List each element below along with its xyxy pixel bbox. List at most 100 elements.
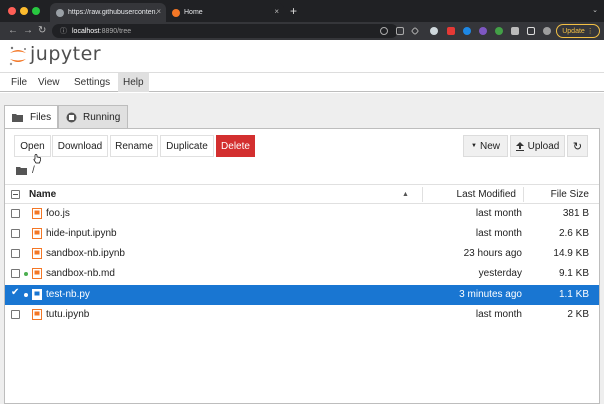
row-checkbox[interactable]	[11, 229, 20, 238]
menu-file[interactable]: File	[6, 73, 32, 92]
column-divider[interactable]	[422, 187, 423, 202]
refresh-button[interactable]: ↻	[567, 135, 588, 157]
share-icon[interactable]	[396, 27, 404, 35]
download-button[interactable]: Download	[52, 135, 108, 157]
column-header-name[interactable]: Name	[29, 185, 56, 204]
browser-tabstrip: https://raw.githubuserconten... × Home ×…	[0, 0, 604, 22]
folder-icon	[12, 113, 23, 122]
file-list-header: Name ▲ Last Modified File Size	[5, 184, 599, 204]
file-name[interactable]: sandbox-nb.ipynb	[46, 248, 125, 259]
reload-icon[interactable]: ↻	[38, 25, 46, 37]
jupyter-logo-text: jupyter	[30, 43, 102, 65]
extension-icon[interactable]	[479, 27, 487, 35]
extension-icon[interactable]	[495, 27, 503, 35]
row-checkbox[interactable]	[11, 209, 20, 218]
browser-tab-home[interactable]: Home ×	[166, 3, 284, 22]
new-label: New	[479, 140, 500, 152]
row-checkbox[interactable]	[11, 310, 20, 319]
file-icon	[32, 228, 42, 239]
column-header-modified[interactable]: Last Modified	[457, 185, 516, 204]
file-icon	[32, 309, 42, 320]
running-indicator-icon	[24, 272, 28, 276]
file-size: 1.1 KB	[558, 289, 589, 300]
file-modified: last month	[475, 309, 522, 320]
row-checkbox-checked[interactable]: ✔	[11, 287, 19, 298]
back-icon[interactable]: ←	[8, 25, 18, 37]
tab-title: https://raw.githubuserconten...	[68, 9, 158, 16]
column-divider[interactable]	[523, 187, 524, 202]
folder-icon[interactable]	[16, 166, 27, 175]
refresh-icon: ↻	[572, 140, 583, 153]
update-label: Update	[562, 27, 585, 35]
running-indicator-icon	[24, 293, 28, 297]
delete-button[interactable]: Delete	[216, 135, 255, 157]
menu-bar: File View Settings Help	[0, 72, 604, 92]
file-name[interactable]: sandbox-nb.md	[46, 268, 115, 279]
menu-help[interactable]: Help	[118, 73, 149, 92]
info-icon: ⓘ	[60, 28, 67, 35]
jupyter-favicon-icon	[172, 8, 180, 17]
file-row[interactable]: hide-input.ipynb last month 2.6 KB	[5, 224, 599, 244]
extension-icon[interactable]	[430, 27, 438, 35]
menu-settings[interactable]: Settings	[69, 73, 115, 92]
puzzle-icon[interactable]	[511, 27, 519, 35]
row-checkbox[interactable]	[11, 269, 20, 278]
duplicate-button[interactable]: Duplicate	[160, 135, 214, 157]
address-bar[interactable]: ⓘ localhost :8890/tree	[52, 24, 398, 38]
new-tab-icon[interactable]: +	[290, 5, 297, 17]
file-size: 381 B	[562, 208, 589, 219]
maximize-window-icon[interactable]	[32, 7, 40, 15]
sort-ascending-icon[interactable]: ▲	[402, 191, 409, 198]
file-row[interactable]: ✔ test-nb.py 3 minutes ago 1.1 KB	[5, 285, 599, 305]
file-modified: last month	[475, 228, 522, 239]
sidepanel-icon[interactable]	[527, 27, 535, 35]
upload-icon	[515, 141, 524, 151]
close-tab-icon[interactable]: ×	[156, 7, 161, 16]
zoom-icon[interactable]	[380, 27, 388, 35]
menu-view[interactable]: View	[33, 73, 65, 92]
tab-files[interactable]: Files	[4, 105, 58, 129]
file-row[interactable]: sandbox-nb.ipynb 23 hours ago 14.9 KB	[5, 244, 599, 264]
file-row[interactable]: foo.js last month 381 B	[5, 204, 599, 224]
file-name[interactable]: foo.js	[46, 208, 70, 219]
file-modified: 23 hours ago	[463, 248, 522, 259]
running-icon	[66, 112, 77, 123]
file-row[interactable]: tutu.ipynb last month 2 KB	[5, 305, 599, 325]
row-checkbox[interactable]	[11, 249, 20, 258]
extension-icon[interactable]	[447, 27, 455, 35]
tab-files-label: Files	[30, 112, 52, 123]
rename-button[interactable]: Rename	[110, 135, 158, 157]
upload-button[interactable]: Upload	[510, 135, 565, 157]
file-modified: 3 minutes ago	[459, 289, 522, 300]
caret-down-icon: ▼	[471, 143, 477, 149]
select-all-checkbox[interactable]	[11, 190, 20, 199]
file-row[interactable]: sandbox-nb.md yesterday 9.1 KB	[5, 264, 599, 284]
browser-toolbar: ← → ↻ ⓘ localhost :8890/tree Update ⋮	[0, 22, 604, 40]
file-modified: last month	[475, 208, 522, 219]
bookmark-star-icon[interactable]	[410, 26, 420, 36]
tab-search-icon[interactable]: ⌄	[592, 6, 598, 14]
file-name[interactable]: tutu.ipynb	[46, 309, 89, 320]
file-size: 2 KB	[567, 309, 589, 320]
upload-label: Upload	[527, 140, 560, 152]
new-button[interactable]: ▼ New	[463, 135, 508, 157]
file-name[interactable]: hide-input.ipynb	[46, 228, 117, 239]
breadcrumb-root[interactable]: /	[32, 165, 35, 176]
file-name[interactable]: test-nb.py	[46, 289, 90, 300]
extension-icon[interactable]	[463, 27, 471, 35]
globe-icon	[56, 8, 64, 17]
update-button[interactable]: Update ⋮	[556, 24, 600, 38]
indeterminate-mark-icon	[13, 194, 18, 195]
tab-running[interactable]: Running	[58, 105, 128, 129]
jupyter-logo-icon	[9, 46, 26, 66]
url-host: localhost	[72, 27, 100, 35]
minimize-window-icon[interactable]	[20, 7, 28, 15]
profile-avatar-icon[interactable]	[543, 27, 551, 35]
browser-tab-raw[interactable]: https://raw.githubuserconten... ×	[50, 3, 166, 22]
close-window-icon[interactable]	[8, 7, 16, 15]
column-header-size[interactable]: File Size	[551, 185, 589, 204]
forward-icon[interactable]: →	[23, 25, 33, 37]
file-icon	[32, 289, 42, 300]
close-tab-icon[interactable]: ×	[274, 7, 279, 16]
tab-title: Home	[184, 9, 203, 16]
